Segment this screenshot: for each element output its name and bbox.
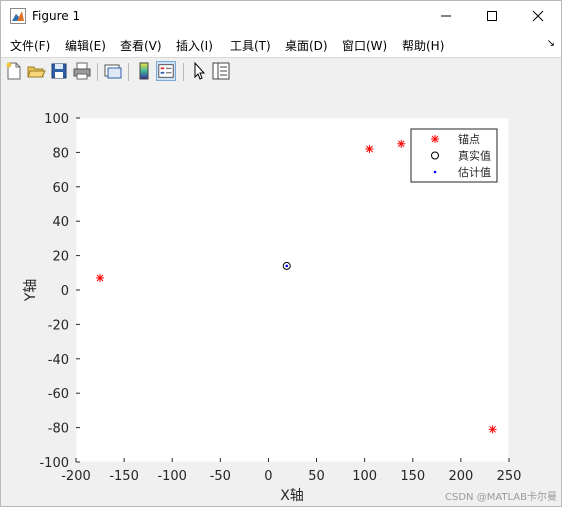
open-file-icon[interactable] (26, 61, 46, 81)
y-axis-label: Y轴 (23, 279, 39, 303)
x-tick-label: 100 (352, 469, 377, 484)
y-tick-label: 60 (52, 181, 69, 196)
y-tick-label: -20 (48, 318, 69, 333)
anchor-point (397, 139, 406, 148)
legend[interactable]: 锚点真实值估计值 (410, 128, 498, 183)
menu-insert[interactable]: 插入(I) (176, 37, 213, 54)
x-tick-label: -50 (210, 469, 231, 484)
x-tick-label: 50 (308, 469, 325, 484)
legend-entry: 锚点 (458, 132, 480, 146)
menu-edit[interactable]: 编辑(E) (65, 37, 106, 54)
watermark: CSDN @MATLAB卡尔曼 (445, 492, 557, 503)
menu-file[interactable]: 文件(F) (10, 37, 50, 54)
x-tick-label: -200 (61, 469, 91, 484)
estimate-point (285, 264, 289, 268)
menu-window[interactable]: 窗口(W) (342, 37, 387, 54)
plot-svg: -200 -150 -100 -50 0 50 100 150 200 250 -100-80-6… (23, 112, 522, 504)
x-tick-label: 200 (448, 469, 473, 484)
x-tick-label: 0 (264, 469, 272, 484)
legend-marker (431, 135, 439, 143)
x-tick-label: 150 (400, 469, 425, 484)
menu-view[interactable]: 查看(V) (120, 37, 162, 54)
y-tick-label: 20 (52, 250, 69, 265)
menu-overflow-icon[interactable]: ↘ (547, 38, 555, 49)
minimize-button[interactable] (423, 1, 469, 32)
insert-legend-icon[interactable] (156, 61, 176, 81)
menu-desktop[interactable]: 桌面(D) (285, 37, 328, 54)
y-tick-label: 0 (61, 284, 69, 299)
menu-help[interactable]: 帮助(H) (402, 37, 444, 54)
anchor-point (365, 144, 374, 153)
matlab-icon (10, 8, 26, 24)
y-tick-label: -40 (48, 353, 69, 368)
legend-marker (433, 170, 437, 174)
maximize-button[interactable] (469, 1, 515, 32)
x-axis-label: X轴 (280, 488, 304, 504)
link-plot-icon[interactable] (103, 61, 123, 81)
toolbar (1, 57, 561, 87)
anchor-point (488, 425, 497, 434)
figure-window: Figure 1 文件(F) 编辑(E) 查看(V) 插入(I) 工具(T) 桌… (0, 0, 562, 507)
y-tick-label: -60 (48, 387, 69, 402)
close-icon (532, 10, 544, 22)
menu-tools[interactable]: 工具(T) (230, 37, 271, 54)
x-tick-label: -100 (157, 469, 187, 484)
minimize-icon (441, 15, 451, 17)
y-axis: -100 -80 -60 -40 -20 0 20 40 60 80 100 (39, 112, 80, 471)
title-bar[interactable]: Figure 1 (1, 1, 561, 32)
insert-colorbar-icon[interactable] (134, 61, 154, 81)
window-title: Figure 1 (32, 9, 81, 23)
y-tick-label: 80 (52, 146, 69, 161)
new-figure-icon[interactable] (4, 61, 24, 81)
legend-entry: 估计值 (458, 166, 491, 179)
maximize-icon (487, 11, 497, 21)
y-tick-label: -80 (48, 422, 69, 437)
print-icon[interactable] (72, 61, 92, 81)
anchor-point (96, 273, 105, 282)
legend-entry: 真实值 (458, 149, 491, 163)
property-inspector-icon[interactable] (211, 61, 231, 81)
figure-canvas[interactable]: -200 -150 -100 -50 0 50 100 150 200 250 -100 -80 -6… (1, 86, 561, 506)
y-tick-label: -100 (39, 456, 69, 471)
y-tick-label: 40 (52, 215, 69, 230)
close-button[interactable] (515, 1, 561, 32)
x-tick-label: 250 (497, 469, 522, 484)
menu-bar: 文件(F) 编辑(E) 查看(V) 插入(I) 工具(T) 桌面(D) 窗口(W… (1, 32, 561, 57)
pointer-icon[interactable] (189, 61, 209, 81)
x-tick-label: -150 (109, 469, 139, 484)
y-tick-label: 100 (44, 112, 69, 127)
save-icon[interactable] (49, 61, 69, 81)
